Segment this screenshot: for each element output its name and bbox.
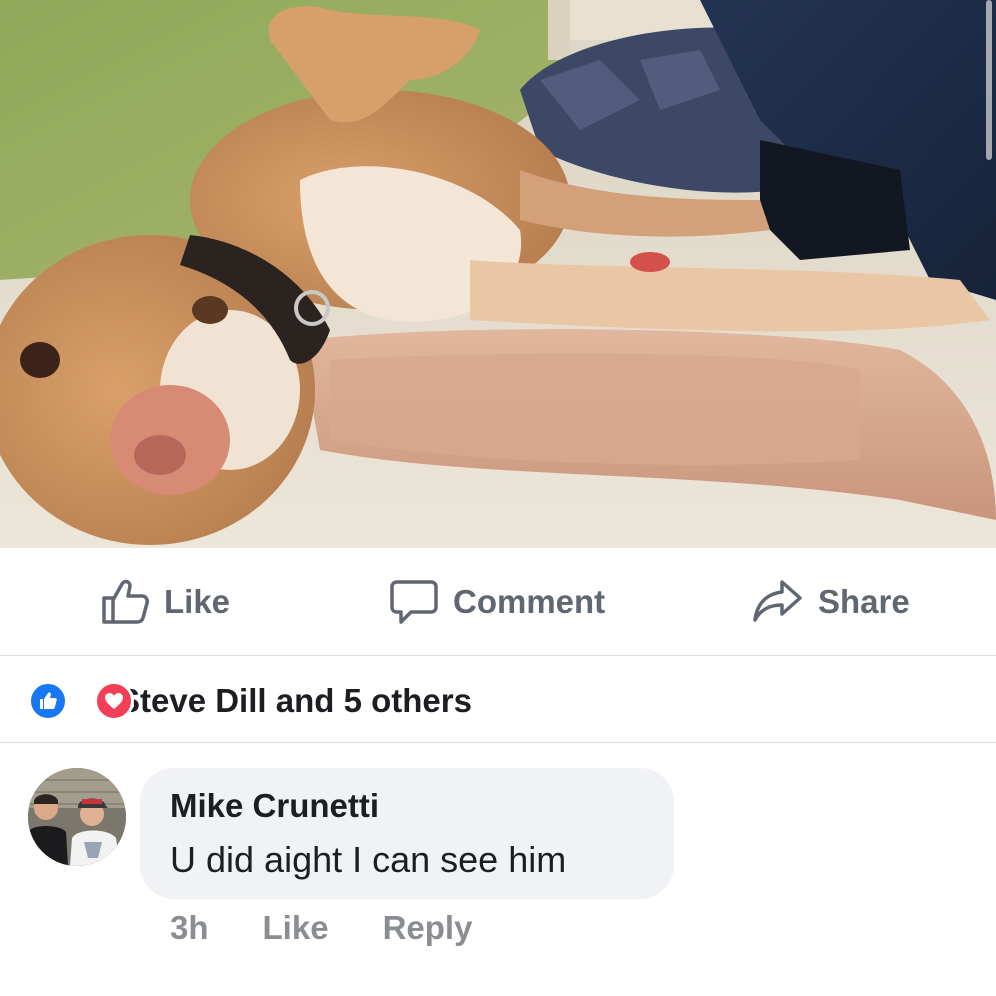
reactions-summary-text[interactable]: Steve Dill and 5 others — [118, 681, 472, 721]
post-photo[interactable] — [0, 0, 996, 548]
reaction-icons — [28, 681, 134, 721]
commenter-name[interactable]: Mike Crunetti — [170, 786, 644, 826]
dog-photo-image — [0, 0, 996, 548]
commenter-profile-photo — [28, 768, 126, 866]
comment-text: U did aight I can see him — [170, 839, 567, 880]
thumbs-up-icon — [102, 579, 149, 624]
speech-bubble-icon — [390, 580, 438, 624]
comment-button-label: Comment — [453, 583, 606, 620]
like-reaction-icon — [28, 681, 68, 721]
comment-timestamp[interactable]: 3h — [170, 909, 209, 947]
comment-reply-link[interactable]: Reply — [383, 909, 473, 947]
comment-like-link[interactable]: Like — [263, 909, 329, 947]
love-reaction-icon — [94, 681, 134, 721]
comment-button[interactable]: Comment — [389, 548, 605, 656]
avatar[interactable] — [28, 768, 126, 866]
like-button-label: Like — [164, 583, 231, 620]
scrollbar[interactable] — [986, 0, 992, 160]
comment-bubble: Mike Crunetti U did aight I can see him — [140, 768, 674, 899]
like-button[interactable]: Like — [100, 548, 230, 656]
share-button-label: Share — [818, 583, 910, 620]
post-action-bar: Like Comment Share — [0, 548, 996, 656]
reactions-summary[interactable]: Steve Dill and 5 others — [0, 657, 996, 743]
share-button[interactable]: Share — [752, 548, 910, 656]
share-arrow-icon — [753, 580, 802, 622]
comment-meta: 3h Like Reply — [170, 906, 472, 950]
